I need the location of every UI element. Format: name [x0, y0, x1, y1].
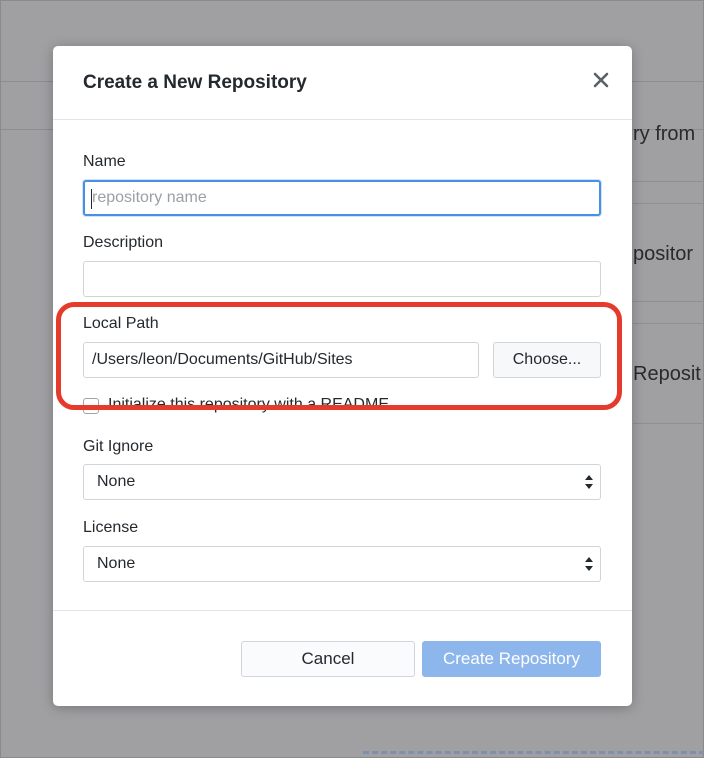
description-label: Description — [83, 234, 164, 251]
background-option-label: Reposit — [633, 363, 701, 385]
close-icon — [593, 72, 609, 88]
background-option-label: ry from — [633, 123, 696, 145]
dialog-header: Create a New Repository — [53, 46, 632, 120]
readme-option[interactable]: Initialize this repository with a README — [83, 396, 513, 416]
background-divider — [633, 181, 704, 182]
create-repository-dialog: Create a New Repository Name Description… — [53, 46, 632, 706]
description-input[interactable] — [83, 261, 601, 297]
cancel-button[interactable]: Cancel — [241, 641, 415, 677]
background-divider — [633, 203, 704, 204]
name-label: Name — [83, 153, 126, 170]
background-option-label: positor — [633, 243, 694, 265]
git-ignore-select[interactable]: None — [83, 464, 601, 500]
choose-button[interactable]: Choose... — [493, 342, 601, 378]
local-path-input[interactable] — [83, 342, 479, 378]
readme-checkbox[interactable] — [83, 398, 99, 414]
license-select[interactable]: None — [83, 546, 601, 582]
create-repository-button[interactable]: Create Repository — [422, 641, 601, 677]
select-arrows-icon — [584, 555, 594, 573]
footer-divider — [53, 610, 632, 611]
select-arrows-icon — [584, 473, 594, 491]
name-input[interactable] — [83, 180, 601, 216]
background-divider — [633, 423, 704, 424]
local-path-label: Local Path — [83, 315, 159, 332]
background-divider — [633, 301, 704, 302]
git-ignore-label: Git Ignore — [83, 438, 154, 455]
background-drop-zone — [363, 751, 704, 758]
readme-label: Initialize this repository with a README — [108, 396, 389, 413]
git-ignore-value: None — [97, 473, 136, 490]
close-button[interactable] — [589, 68, 613, 92]
dialog-title: Create a New Repository — [83, 72, 307, 93]
license-value: None — [97, 555, 136, 572]
license-label: License — [83, 519, 139, 536]
background-divider — [633, 323, 704, 324]
text-caret — [91, 189, 92, 209]
